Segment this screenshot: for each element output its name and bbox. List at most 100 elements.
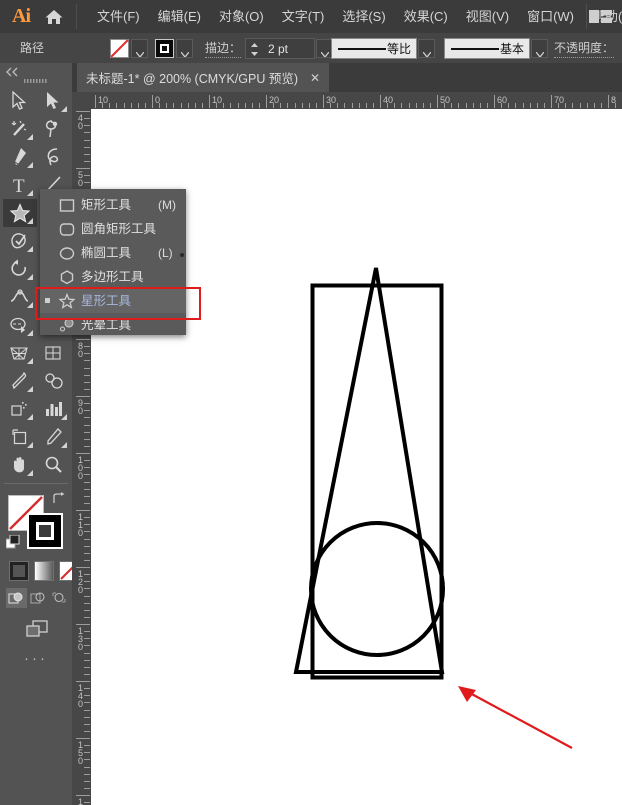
mesh-tool[interactable] bbox=[37, 339, 71, 367]
column-graph-tool[interactable] bbox=[37, 395, 71, 423]
ruler-minor-tick bbox=[84, 730, 90, 732]
horizontal-ruler[interactable]: 10 0 10 20 30 40 50 60 70 8 bbox=[72, 92, 622, 110]
ruler-minor-tick bbox=[84, 146, 90, 148]
stroke-color-swatch[interactable] bbox=[155, 39, 174, 58]
annotation-highlight-box bbox=[35, 287, 201, 320]
flyout-label: 圆角矩形工具 bbox=[81, 222, 157, 236]
ruler-minor-tick bbox=[387, 103, 389, 108]
hand-tool[interactable] bbox=[3, 451, 37, 479]
slice-tool[interactable] bbox=[37, 423, 71, 451]
stroke-weight-field[interactable]: 2 pt bbox=[245, 38, 315, 59]
type-tool[interactable]: T bbox=[3, 171, 37, 199]
tool-row bbox=[0, 451, 72, 479]
opacity-label[interactable]: 不透明度： bbox=[554, 41, 615, 58]
brush-definition-box[interactable]: 基本 bbox=[444, 38, 530, 59]
magic-wand-tool[interactable] bbox=[3, 115, 37, 143]
rotate-tool[interactable] bbox=[3, 255, 37, 283]
ruler-minor-tick bbox=[84, 773, 90, 775]
workspace-switcher-icon[interactable] bbox=[588, 9, 614, 24]
shape-builder-tool[interactable] bbox=[3, 311, 37, 339]
draw-behind[interactable] bbox=[28, 588, 49, 608]
collapse-panel-icon[interactable] bbox=[6, 66, 20, 77]
selection-tool[interactable] bbox=[3, 87, 37, 115]
ruler-minor-tick bbox=[372, 103, 374, 108]
menu-file[interactable]: 文件(F) bbox=[88, 0, 149, 33]
illustrator-window: Ai 文件(F) 编辑(E) 对象(O) 文字(T) 选择(S) 效果(C) 视… bbox=[0, 0, 622, 805]
flyout-indicator-icon bbox=[27, 358, 33, 364]
draw-normal[interactable] bbox=[6, 588, 27, 608]
default-fill-stroke-icon[interactable] bbox=[5, 534, 20, 549]
pen-tool[interactable] bbox=[3, 143, 37, 171]
fill-dropdown-arrow[interactable] bbox=[131, 39, 148, 59]
ruler-minor-tick bbox=[84, 460, 90, 462]
ruler-minor-tick bbox=[84, 438, 90, 440]
flyout-item-polygon[interactable]: 多边形工具 bbox=[40, 265, 186, 289]
menu-select[interactable]: 选择(S) bbox=[333, 0, 394, 33]
artboard-tool[interactable] bbox=[3, 423, 37, 451]
panel-drag-grip[interactable] bbox=[24, 72, 48, 83]
menu-effect[interactable]: 效果(C) bbox=[395, 0, 457, 33]
flyout-label: 椭圆工具 bbox=[81, 246, 132, 260]
swap-fill-stroke-icon[interactable] bbox=[52, 492, 65, 505]
ruler-tick bbox=[76, 624, 90, 625]
curvature-tool[interactable] bbox=[37, 143, 71, 171]
stroke-weight-label[interactable]: 描边： bbox=[205, 41, 242, 58]
ruler-minor-tick bbox=[84, 424, 90, 426]
flyout-item-ellipse[interactable]: 椭圆工具 (L) bbox=[40, 241, 186, 265]
ruler-minor-tick bbox=[84, 467, 90, 469]
blend-tool[interactable] bbox=[37, 367, 71, 395]
ruler-minor-tick bbox=[84, 588, 90, 590]
screen-mode-icon[interactable] bbox=[24, 619, 50, 639]
ruler-tick bbox=[209, 95, 210, 108]
color-mode-flat[interactable] bbox=[9, 561, 29, 581]
ruler-tick bbox=[437, 95, 438, 108]
menu-items: 文件(F) 编辑(E) 对象(O) 文字(T) 选择(S) 效果(C) 视图(V… bbox=[88, 0, 622, 33]
menu-object[interactable]: 对象(O) bbox=[210, 0, 273, 33]
flyout-item-rounded-rectangle[interactable]: 圆角矩形工具 bbox=[40, 217, 186, 241]
more-tools-button[interactable]: ··· bbox=[0, 651, 72, 666]
home-icon[interactable] bbox=[44, 8, 64, 26]
menu-view[interactable]: 视图(V) bbox=[457, 0, 518, 33]
ruler-minor-tick bbox=[84, 125, 90, 127]
shaper-tool[interactable] bbox=[3, 227, 37, 255]
stroke-swatch-large[interactable] bbox=[27, 513, 63, 549]
document-tab[interactable]: 未标题-1* @ 200% (CMYK/GPU 预览) ✕ bbox=[77, 63, 330, 92]
zoom-tool[interactable] bbox=[37, 451, 71, 479]
menu-edit[interactable]: 编辑(E) bbox=[149, 0, 210, 33]
close-icon[interactable]: ✕ bbox=[310, 72, 320, 84]
flyout-label: 矩形工具 bbox=[81, 198, 132, 212]
flyout-indicator-icon bbox=[27, 274, 33, 280]
tool-row bbox=[0, 143, 72, 171]
menu-type[interactable]: 文字(T) bbox=[273, 0, 334, 33]
flyout-indicator-icon bbox=[27, 162, 33, 168]
document-tab-bar: 未标题-1* @ 200% (CMYK/GPU 预览) ✕ bbox=[72, 63, 622, 92]
color-mode-gradient[interactable] bbox=[34, 561, 54, 581]
fill-swatch[interactable] bbox=[110, 39, 129, 58]
flyout-item-rectangle[interactable]: 矩形工具 (M) bbox=[40, 193, 186, 217]
ruler-minor-tick bbox=[230, 103, 232, 108]
ruler-minor-tick bbox=[84, 616, 90, 618]
flyout-indicator-icon bbox=[61, 106, 67, 112]
tear-off-handle[interactable] bbox=[180, 249, 184, 261]
ellipse-icon bbox=[59, 245, 75, 261]
variable-width-dropdown-arrow[interactable] bbox=[418, 39, 435, 59]
menu-window[interactable]: 窗口(W) bbox=[518, 0, 583, 33]
ruler-minor-tick bbox=[201, 103, 203, 108]
eyedropper-tool[interactable] bbox=[3, 367, 37, 395]
stroke-dropdown-arrow[interactable] bbox=[176, 39, 193, 59]
width-tool[interactable] bbox=[3, 283, 37, 311]
ruler-minor-tick bbox=[84, 802, 90, 804]
direct-selection-tool[interactable] bbox=[37, 87, 71, 115]
flyout-indicator-icon bbox=[27, 442, 33, 448]
shape-tool[interactable] bbox=[3, 199, 37, 227]
stepper-icon[interactable] bbox=[250, 43, 259, 56]
ruler-tick bbox=[95, 95, 96, 108]
draw-inside[interactable] bbox=[50, 588, 71, 608]
lasso-tool[interactable] bbox=[37, 115, 71, 143]
variable-width-profile-box[interactable]: 等比 bbox=[331, 38, 417, 59]
brush-dropdown-arrow[interactable] bbox=[531, 39, 548, 59]
perspective-grid-tool[interactable] bbox=[3, 339, 37, 367]
symbol-sprayer-tool[interactable] bbox=[3, 395, 37, 423]
ruler-tick bbox=[551, 95, 552, 108]
ruler-minor-tick bbox=[144, 103, 146, 108]
